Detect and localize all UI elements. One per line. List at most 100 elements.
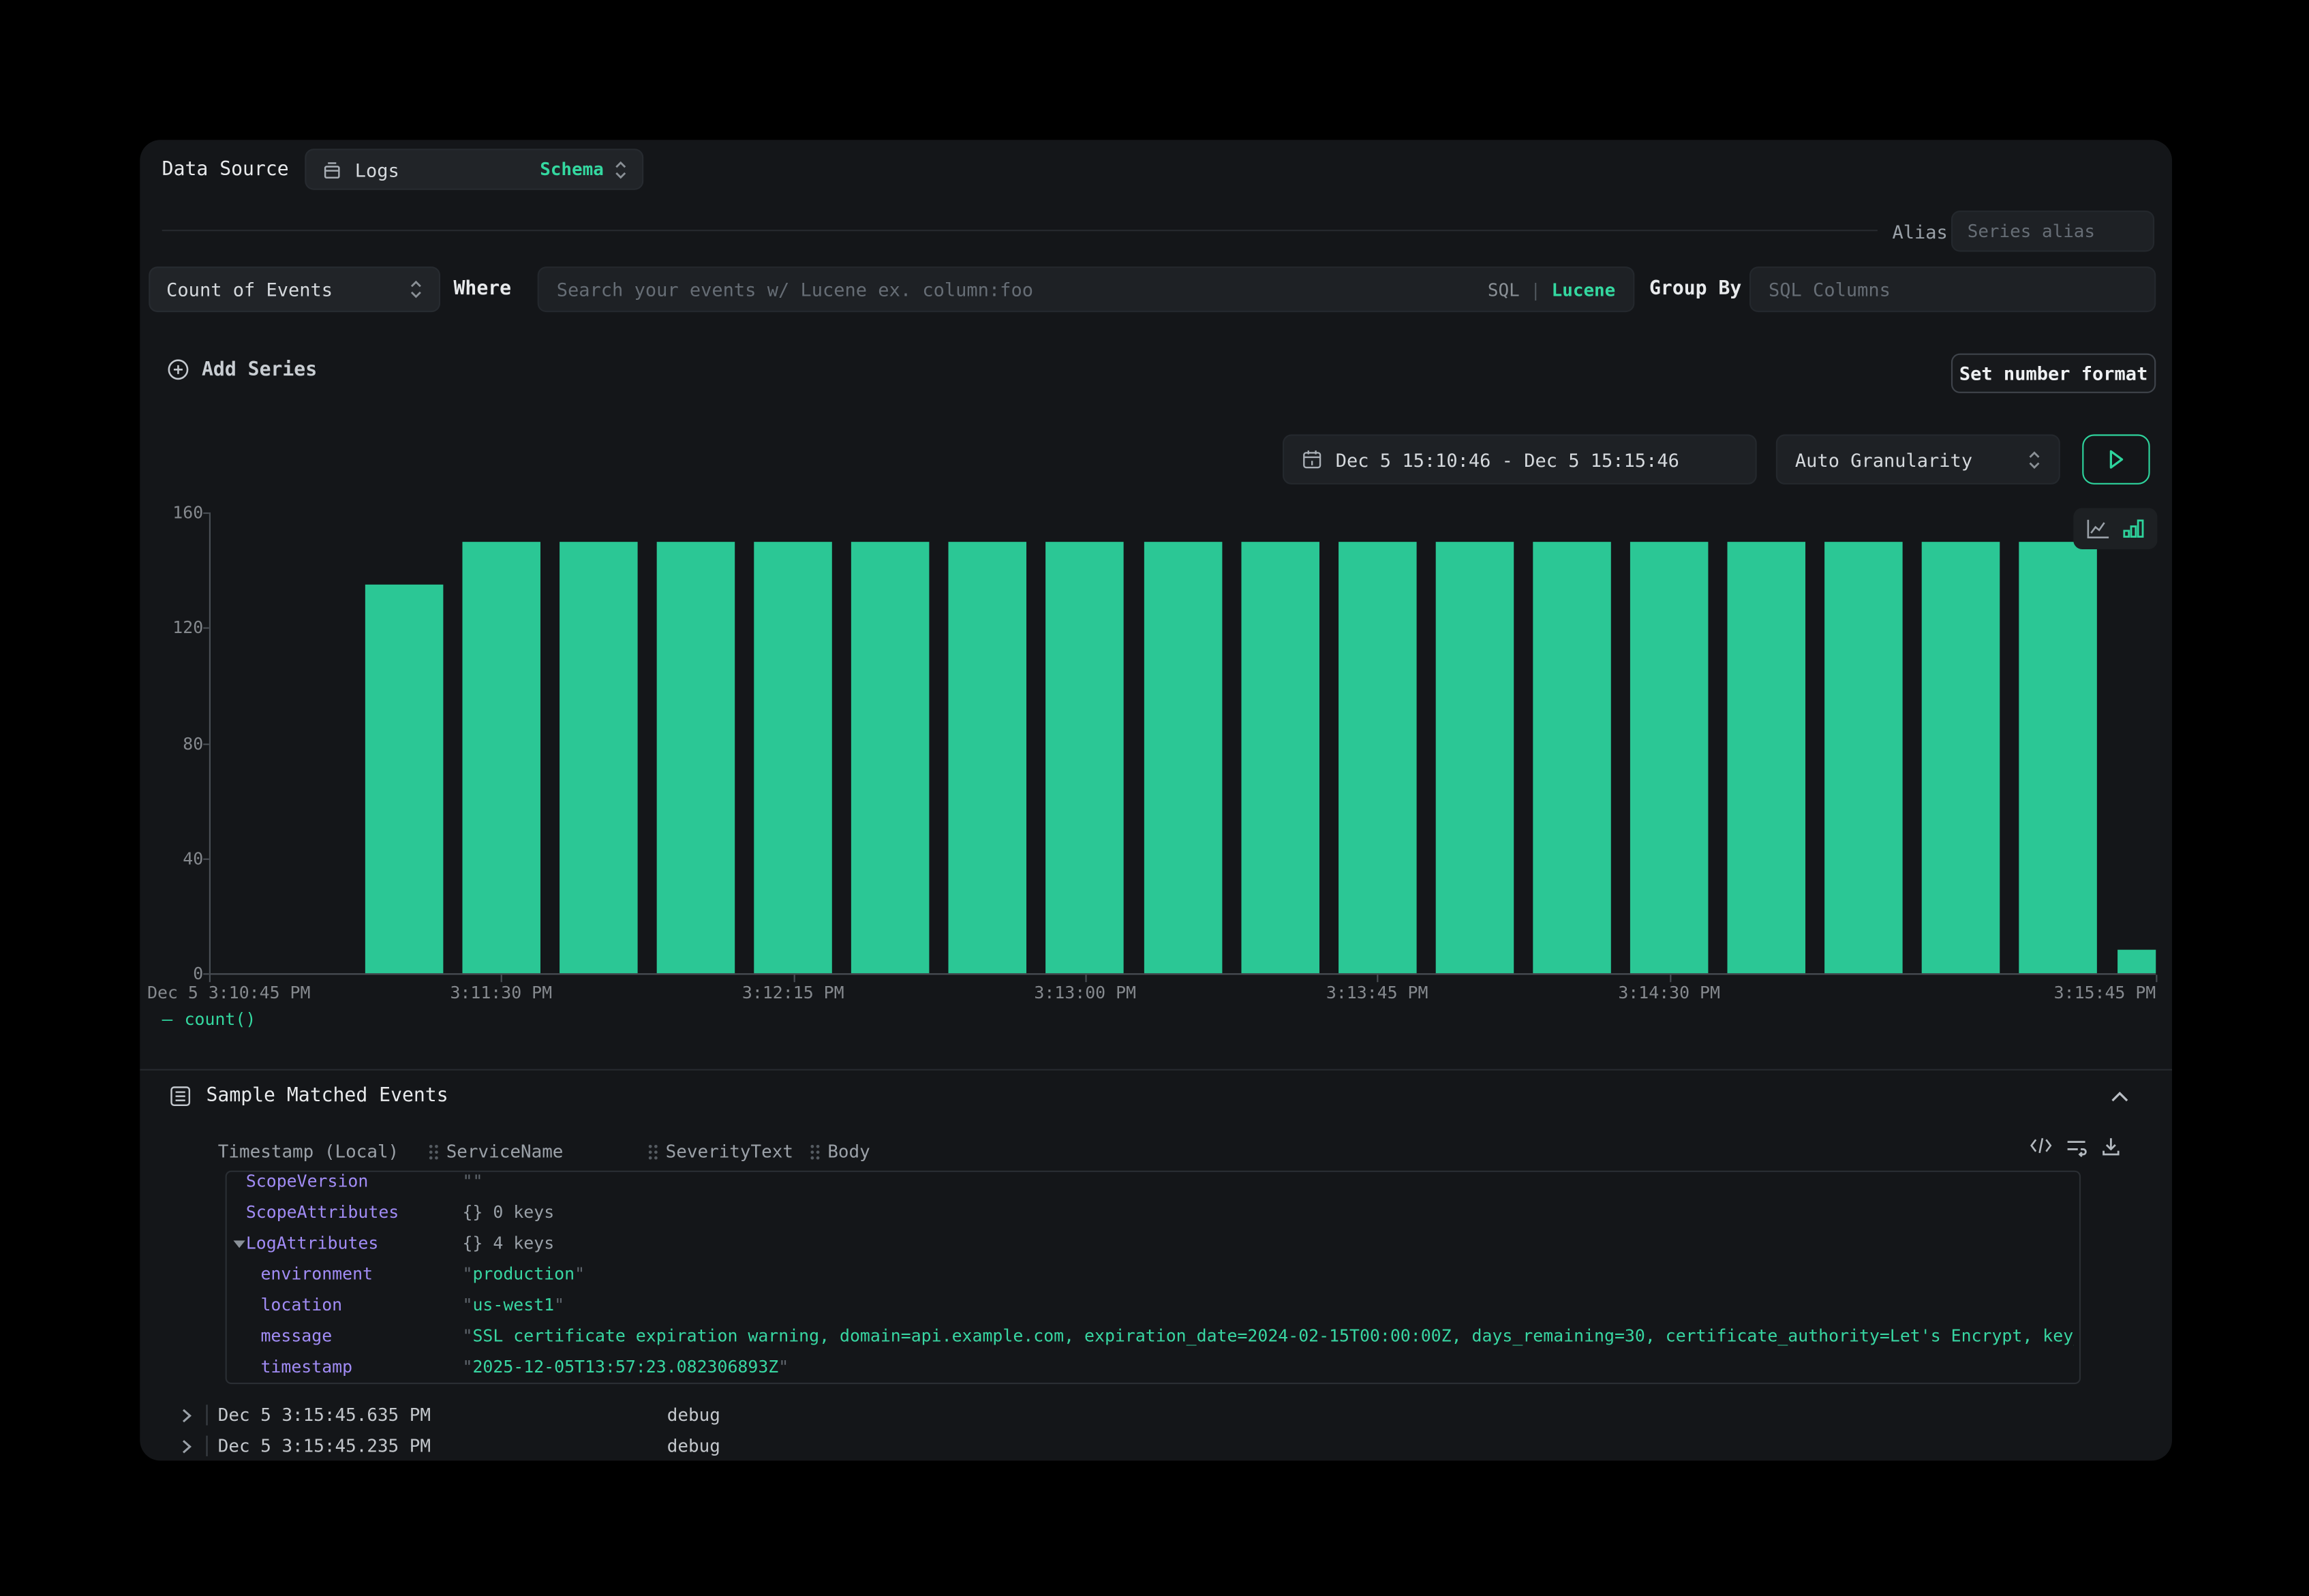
column-label: ServiceName — [446, 1141, 564, 1162]
y-axis-tick: 80 — [144, 733, 203, 753]
aggregation-select[interactable]: Count of Events — [149, 266, 440, 312]
schema-link[interactable]: Schema — [540, 159, 604, 179]
code-view-icon[interactable] — [2029, 1135, 2053, 1156]
row-divider — [206, 1436, 207, 1456]
row-expand-chevron-icon[interactable] — [181, 1439, 193, 1455]
add-series-button[interactable]: Add Series — [166, 358, 317, 382]
row-timestamp: Dec 5 3:15:45.635 PM — [218, 1400, 431, 1430]
detail-key[interactable]: ScopeVersion — [246, 1171, 369, 1197]
alias-label: Alias — [1893, 221, 1948, 243]
run-query-button[interactable] — [2082, 434, 2150, 484]
row-severity: debug — [667, 1400, 720, 1430]
bar — [2019, 541, 2098, 973]
page: Data Source Logs Schema Alias Series ali… — [0, 0, 2309, 1596]
set-number-format-label: Set number format — [1959, 363, 2147, 384]
chevron-up-down-icon — [410, 278, 423, 300]
detail-value: "production" — [462, 1259, 2073, 1289]
play-icon — [2106, 448, 2126, 472]
group-by-input[interactable]: SQL Columns — [1749, 266, 2156, 312]
bar — [1435, 541, 1514, 973]
event-list-icon — [169, 1085, 191, 1107]
section-divider — [140, 1069, 2172, 1071]
language-toggle[interactable]: SQL | Lucene — [1488, 279, 1615, 299]
drag-grip-icon[interactable] — [648, 1144, 658, 1160]
time-range-picker[interactable]: Dec 5 15:10:46 - Dec 5 15:15:46 — [1283, 434, 1757, 484]
bars-container — [209, 508, 2156, 973]
wrap-text-icon[interactable] — [2064, 1135, 2088, 1157]
download-icon[interactable] — [2100, 1135, 2122, 1157]
line-chart-icon[interactable] — [2085, 517, 2111, 539]
bar — [462, 541, 540, 973]
bar — [1630, 541, 1709, 973]
query-builder-panel: Data Source Logs Schema Alias Series ali… — [140, 140, 2172, 1460]
bar-chart-icon[interactable] — [2122, 517, 2146, 540]
search-placeholder: Search your events w/ Lucene ex. column:… — [557, 278, 1033, 300]
bar — [2117, 950, 2156, 973]
detail-key[interactable]: timestamp — [260, 1352, 352, 1383]
column-header-timestamp-local-[interactable]: Timestamp (Local) — [218, 1141, 399, 1162]
column-header-body[interactable]: Body — [810, 1141, 870, 1162]
data-source-select[interactable]: Logs Schema — [305, 149, 643, 189]
toggle-divider: | — [1530, 279, 1541, 299]
event-row[interactable]: Dec 5 3:15:45.635 PM debug — [140, 1400, 2172, 1430]
plus-circle-icon — [166, 358, 190, 382]
column-label: Body — [827, 1141, 870, 1162]
drag-grip-icon[interactable] — [429, 1144, 439, 1160]
column-label: Timestamp (Local) — [218, 1141, 399, 1162]
detail-value: "us-west1" — [462, 1290, 2073, 1321]
x-axis-tick: 3:11:30 PM — [450, 982, 552, 1002]
calendar-icon — [1302, 449, 1322, 470]
detail-key[interactable]: location — [260, 1290, 342, 1321]
detail-value: "2025-12-05T13:57:23.082306893Z" — [462, 1352, 2073, 1383]
detail-value: "" — [462, 1171, 2073, 1197]
x-axis-tick: Dec 5 3:10:45 PM — [147, 982, 310, 1002]
column-label: SeverityText — [666, 1141, 793, 1162]
legend-label: count() — [185, 1009, 256, 1029]
bar — [1144, 541, 1222, 973]
bar — [1825, 541, 1903, 973]
row-timestamp: Dec 5 3:15:45.235 PM — [218, 1431, 431, 1460]
collapse-chevron-icon[interactable] — [2109, 1090, 2130, 1105]
search-input[interactable]: Search your events w/ Lucene ex. column:… — [538, 266, 1635, 312]
detail-row: location "us-west1" — [227, 1290, 2079, 1321]
bar — [560, 541, 638, 973]
events-header: Sample Matched Events — [169, 1085, 448, 1107]
bar — [1241, 541, 1319, 973]
detail-key[interactable]: LogAttributes — [246, 1228, 378, 1259]
detail-key[interactable]: ScopeAttributes — [246, 1197, 399, 1228]
bar — [365, 585, 443, 974]
lucene-toggle[interactable]: Lucene — [1552, 279, 1616, 299]
detail-key[interactable]: message — [260, 1321, 332, 1351]
detail-row: LogAttributes{} 4 keys — [227, 1228, 2079, 1259]
event-detail-panel: ScopeVersion""ScopeAttributes{} 0 keysLo… — [226, 1171, 2081, 1384]
event-row[interactable]: Dec 5 3:15:45.235 PMdebug — [140, 1431, 2172, 1460]
set-number-format-button[interactable]: Set number format — [1951, 354, 2156, 393]
where-label: Where — [453, 278, 511, 300]
chart-legend: — count() — [162, 1009, 256, 1029]
chevron-up-down-icon — [614, 158, 627, 180]
bar — [851, 541, 930, 973]
column-header-severitytext[interactable]: SeverityText — [648, 1141, 793, 1162]
row-expand-chevron-icon[interactable] — [181, 1408, 193, 1424]
chart-type-toggle[interactable] — [2073, 508, 2157, 549]
detail-key[interactable]: environment — [260, 1259, 373, 1289]
granularity-value: Auto Granularity — [1795, 448, 1972, 470]
drag-grip-icon[interactable] — [810, 1144, 820, 1160]
sql-toggle[interactable]: SQL — [1488, 279, 1520, 299]
granularity-select[interactable]: Auto Granularity — [1776, 434, 2060, 484]
bar — [1728, 541, 1806, 973]
data-source-label: Data Source — [162, 159, 289, 181]
alias-input[interactable]: Series alias — [1951, 211, 2154, 251]
expand-triangle-icon[interactable] — [232, 1238, 245, 1250]
database-icon — [321, 158, 343, 180]
data-source-value: Logs — [355, 158, 399, 180]
bar — [1533, 541, 1611, 973]
header-divider — [162, 230, 1878, 231]
column-header-servicename[interactable]: ServiceName — [429, 1141, 564, 1162]
group-by-label: Group By — [1649, 278, 1741, 300]
x-axis-tick: 3:14:30 PM — [1618, 982, 1720, 1002]
aggregation-value: Count of Events — [166, 278, 333, 300]
bar — [657, 541, 735, 973]
y-axis-tick: 160 — [144, 502, 203, 523]
bar — [1338, 541, 1416, 973]
